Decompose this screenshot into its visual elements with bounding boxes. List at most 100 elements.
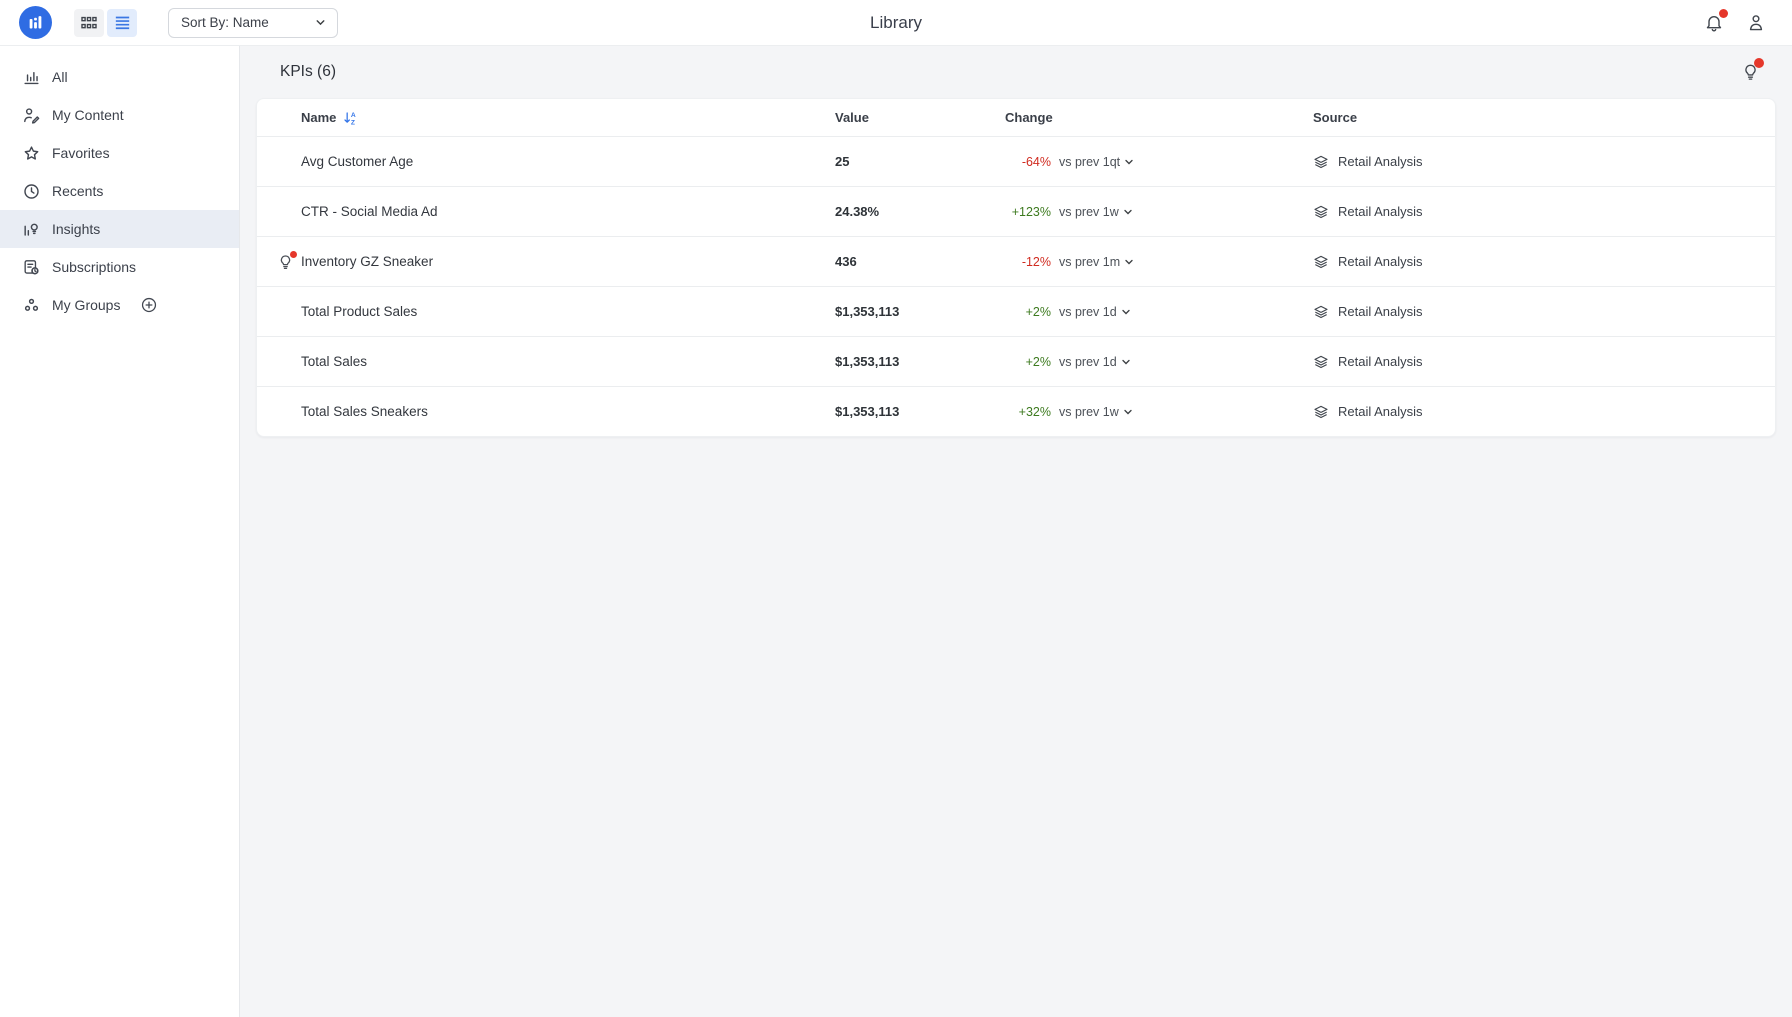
table-row[interactable]: Total Product Sales $1,353,113 +2% vs pr…: [257, 286, 1775, 336]
source-link[interactable]: Retail Analysis: [1313, 304, 1755, 320]
sidebar-item-insights[interactable]: Insights: [0, 210, 239, 248]
sidebar-item-favorites[interactable]: Favorites: [0, 134, 239, 172]
grid-view-icon: [81, 16, 97, 30]
notification-badge: [1719, 9, 1728, 18]
chevron-down-icon: [1123, 256, 1135, 268]
sidebar-item-label: My Groups: [52, 297, 120, 313]
change-dropdown[interactable]: -64% vs prev 1qt: [1005, 155, 1313, 169]
main-content: KPIs (6) Name A Z Value Change Source: [240, 46, 1792, 1017]
plus-circle-icon: [140, 296, 158, 314]
bar-chart-icon: [22, 68, 41, 87]
row-value: $1,353,113: [835, 404, 1005, 419]
row-value: 24.38%: [835, 204, 1005, 219]
row-value: 25: [835, 154, 1005, 169]
change-dropdown[interactable]: +2% vs prev 1d: [1005, 355, 1313, 369]
sort-az-icon: A Z: [343, 110, 358, 126]
change-percent: +32%: [1005, 405, 1051, 419]
insight-bulb-icon: [277, 253, 295, 271]
row-source: Retail Analysis: [1338, 354, 1423, 369]
row-source: Retail Analysis: [1338, 154, 1423, 169]
change-compare: vs prev 1w: [1059, 405, 1119, 419]
sidebar-item-label: Insights: [52, 221, 100, 237]
dataset-layers-icon: [1313, 254, 1329, 270]
change-percent: +2%: [1005, 305, 1051, 319]
sidebar-item-label: Recents: [52, 183, 103, 199]
header-name-sortable[interactable]: Name A Z: [301, 110, 835, 126]
change-compare: vs prev 1d: [1059, 355, 1117, 369]
groups-icon: [22, 296, 41, 315]
table-row[interactable]: Avg Customer Age 25 -64% vs prev 1qt Ret…: [257, 136, 1775, 186]
list-view-button[interactable]: [107, 9, 137, 37]
sort-by-select[interactable]: Sort By: Name: [168, 8, 338, 38]
table-row[interactable]: Total Sales $1,353,113 +2% vs prev 1d Re…: [257, 336, 1775, 386]
logo-bars-icon: [26, 13, 45, 32]
table-row[interactable]: Inventory GZ Sneaker 436 -12% vs prev 1m…: [257, 236, 1775, 286]
row-name: Inventory GZ Sneaker: [301, 254, 835, 269]
sidebar-item-subscriptions[interactable]: Subscriptions: [0, 248, 239, 286]
chevron-down-icon: [1120, 306, 1132, 318]
row-name: Total Sales: [301, 354, 835, 369]
view-toggle-group: [74, 9, 137, 37]
chevron-down-icon: [314, 16, 327, 29]
row-value: $1,353,113: [835, 354, 1005, 369]
topbar: Sort By: Name Library: [0, 0, 1792, 46]
sidebar-item-recents[interactable]: Recents: [0, 172, 239, 210]
kpi-table: Name A Z Value Change Source Avg Custome…: [256, 98, 1776, 437]
sidebar: All My Content Favorites Recents Insight…: [0, 46, 240, 1017]
sidebar-item-my-content[interactable]: My Content: [0, 96, 239, 134]
source-link[interactable]: Retail Analysis: [1313, 254, 1755, 270]
change-dropdown[interactable]: +123% vs prev 1w: [1005, 205, 1313, 219]
add-group-button[interactable]: [140, 296, 158, 314]
insights-bulb-icon: [22, 220, 41, 239]
change-percent: -12%: [1005, 255, 1051, 269]
table-row[interactable]: Total Sales Sneakers $1,353,113 +32% vs …: [257, 386, 1775, 436]
kpi-table-body: Avg Customer Age 25 -64% vs prev 1qt Ret…: [257, 136, 1775, 436]
change-compare: vs prev 1qt: [1059, 155, 1120, 169]
notifications-button[interactable]: [1704, 12, 1724, 33]
source-link[interactable]: Retail Analysis: [1313, 354, 1755, 370]
svg-text:Z: Z: [351, 119, 355, 125]
chevron-down-icon: [1122, 206, 1134, 218]
change-dropdown[interactable]: -12% vs prev 1m: [1005, 255, 1313, 269]
column-header-name: Name: [301, 110, 336, 125]
kpi-section-heading: KPIs (6): [280, 63, 336, 81]
source-link[interactable]: Retail Analysis: [1313, 154, 1755, 170]
dataset-layers-icon: [1313, 304, 1329, 320]
source-link[interactable]: Retail Analysis: [1313, 204, 1755, 220]
sidebar-item-label: All: [52, 69, 68, 85]
change-percent: +123%: [1005, 205, 1051, 219]
app-logo[interactable]: [19, 6, 52, 39]
clock-icon: [22, 182, 41, 201]
svg-text:A: A: [351, 112, 356, 119]
insights-alert-button[interactable]: [1741, 62, 1768, 82]
sidebar-item-label: Subscriptions: [52, 259, 136, 275]
change-dropdown[interactable]: +2% vs prev 1d: [1005, 305, 1313, 319]
row-name: Total Product Sales: [301, 304, 835, 319]
source-link[interactable]: Retail Analysis: [1313, 404, 1755, 420]
star-icon: [22, 144, 41, 163]
dataset-layers-icon: [1313, 354, 1329, 370]
dataset-layers-icon: [1313, 154, 1329, 170]
sidebar-item-my-groups[interactable]: My Groups: [0, 286, 239, 324]
sidebar-item-label: Favorites: [52, 145, 110, 161]
document-clock-icon: [22, 258, 41, 277]
row-name: Total Sales Sneakers: [301, 404, 835, 419]
sort-by-label: Sort By: Name: [181, 15, 269, 30]
column-header-value: Value: [835, 110, 1005, 125]
column-header-source: Source: [1313, 110, 1755, 125]
user-icon: [1746, 12, 1766, 33]
row-source: Retail Analysis: [1338, 204, 1423, 219]
grid-view-button[interactable]: [74, 9, 104, 37]
user-edit-icon: [22, 106, 41, 125]
insight-dot-badge: [290, 251, 297, 258]
dataset-layers-icon: [1313, 204, 1329, 220]
table-row[interactable]: CTR - Social Media Ad 24.38% +123% vs pr…: [257, 186, 1775, 236]
kpi-table-header: Name A Z Value Change Source: [257, 99, 1775, 136]
account-button[interactable]: [1746, 12, 1766, 33]
change-compare: vs prev 1w: [1059, 205, 1119, 219]
chevron-down-icon: [1122, 406, 1134, 418]
change-percent: -64%: [1005, 155, 1051, 169]
sidebar-item-all[interactable]: All: [0, 58, 239, 96]
change-dropdown[interactable]: +32% vs prev 1w: [1005, 405, 1313, 419]
change-percent: +2%: [1005, 355, 1051, 369]
